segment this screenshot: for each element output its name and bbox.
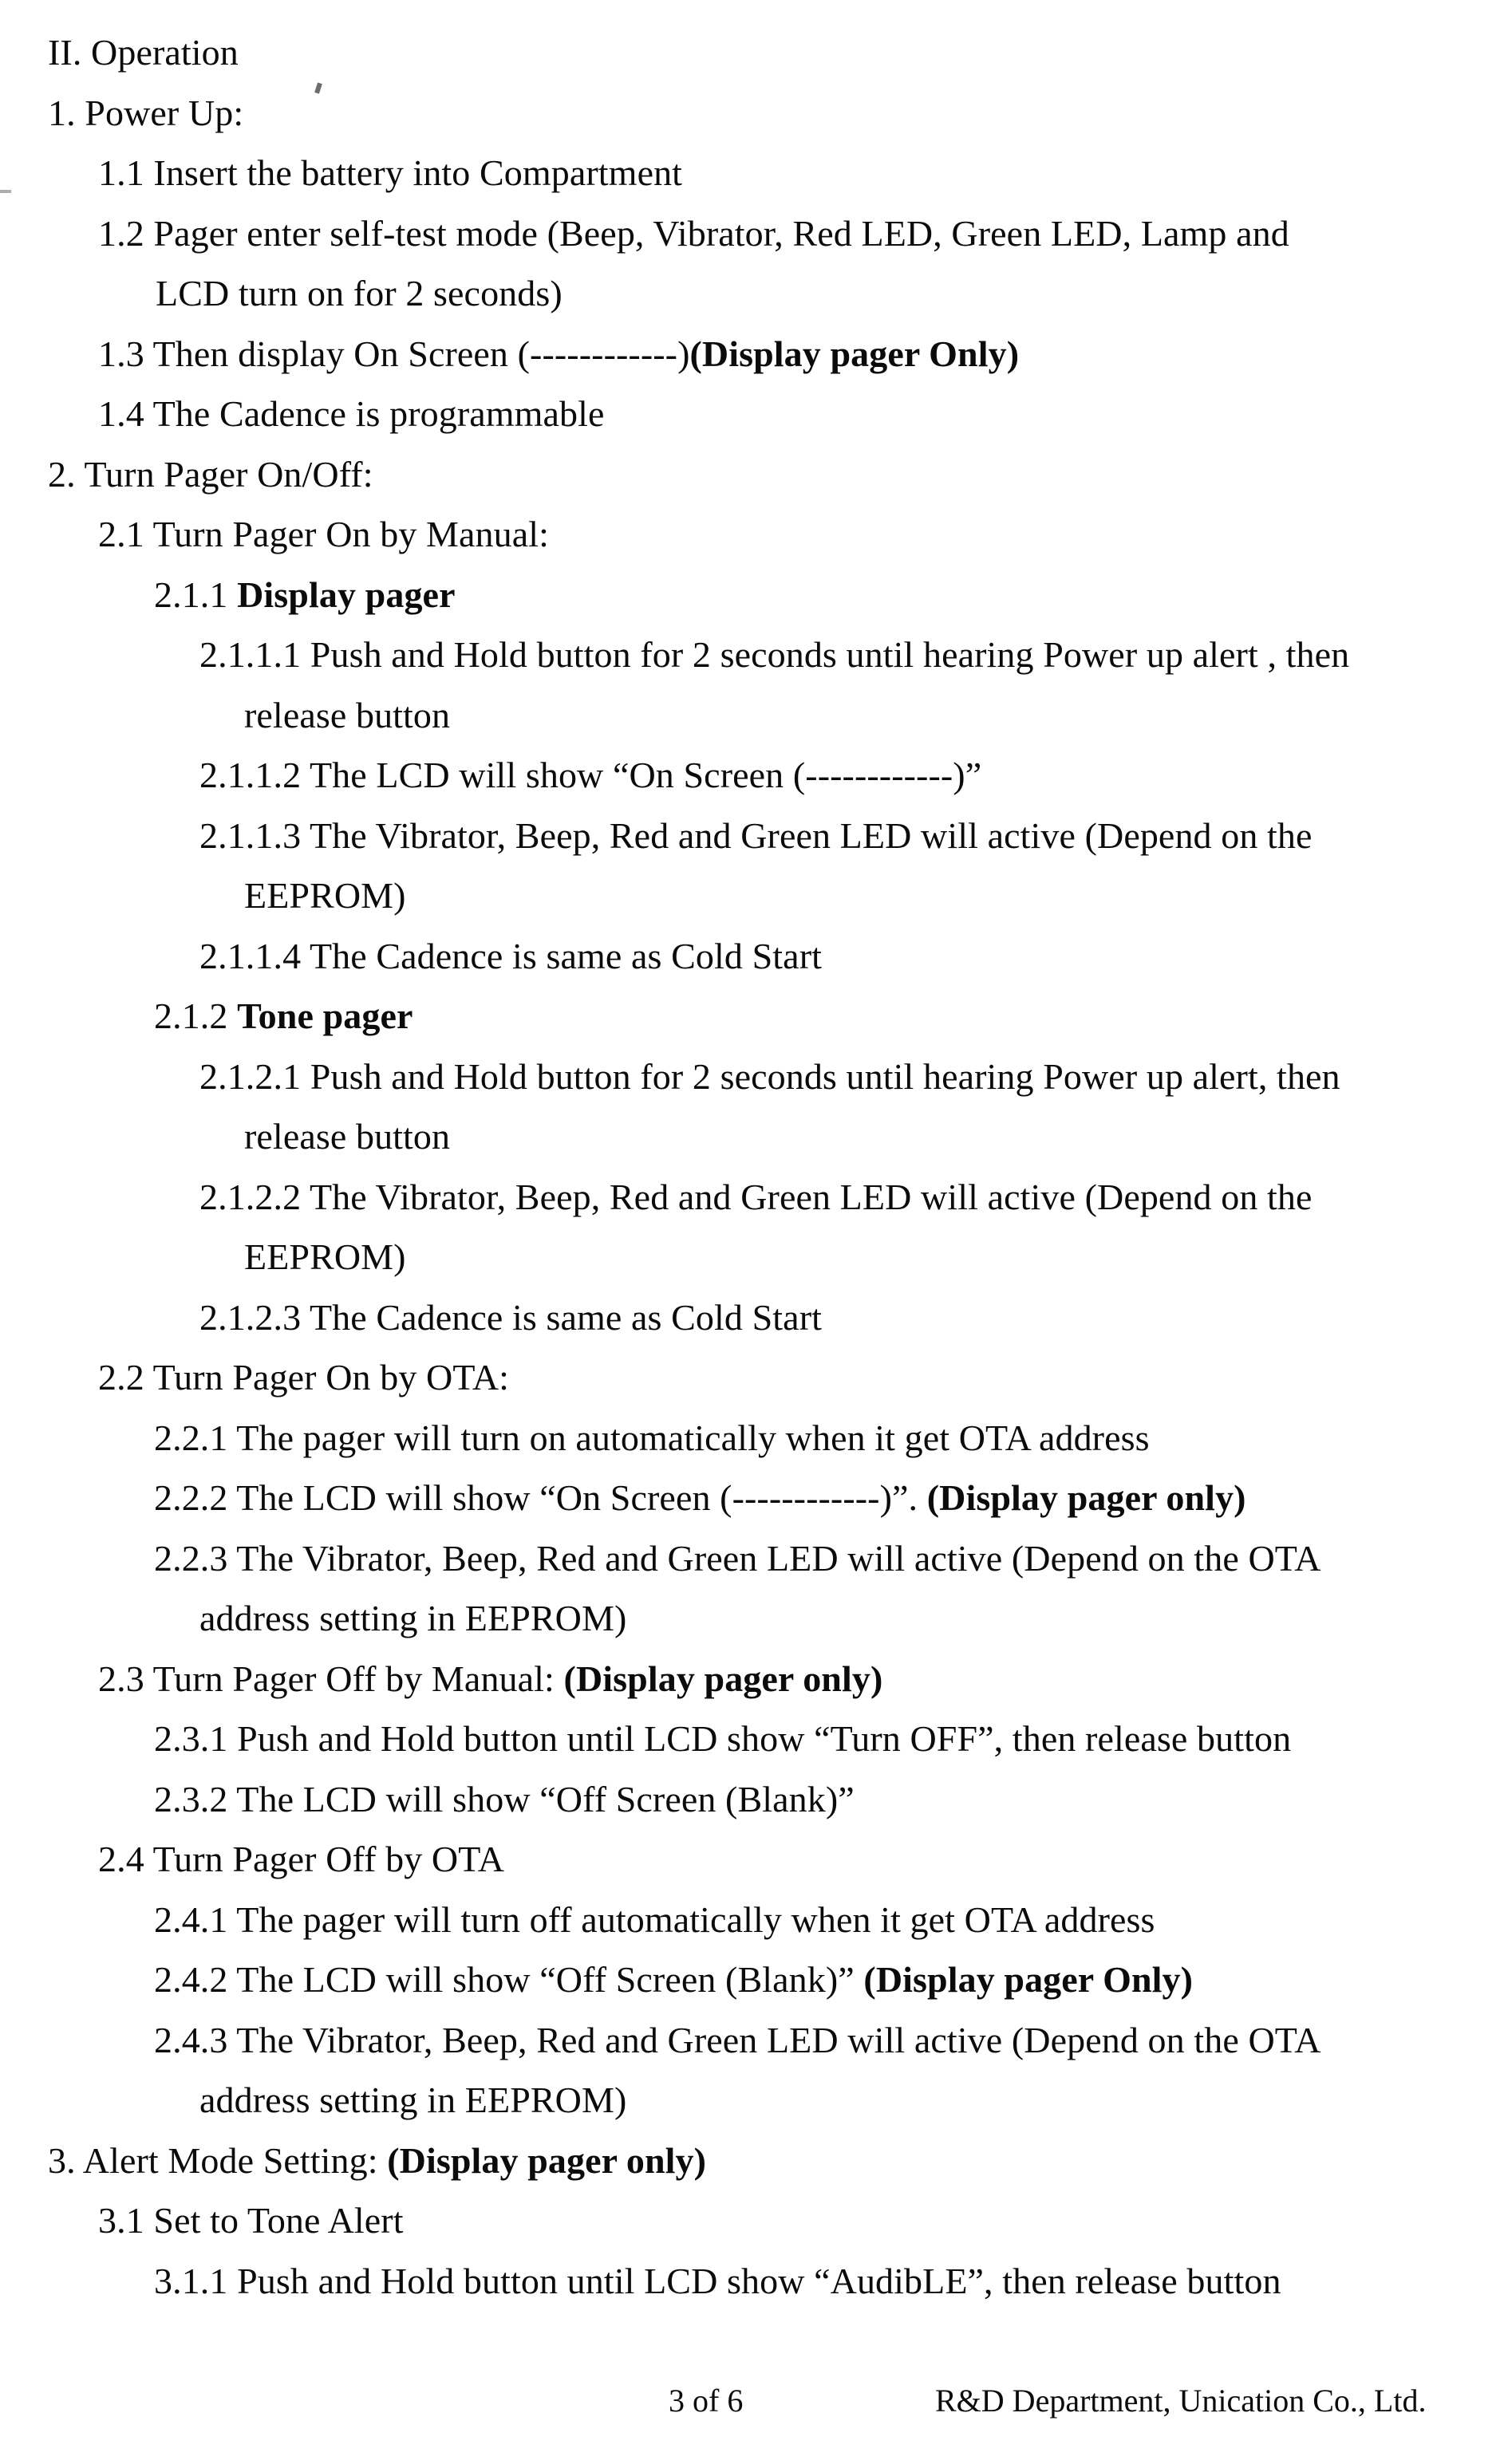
- doc-line-l-2-4-3w-seg-0: address setting in EEPROM): [199, 2080, 627, 2120]
- doc-line-l-1-seg-0: 1. Power Up:: [48, 92, 244, 133]
- doc-line-l-1-1-seg-0: 1.1 Insert the battery into Compartment: [98, 152, 683, 193]
- doc-line-l-2-1-2-1w: release button: [48, 1106, 1460, 1167]
- doc-line-l-2-1-1-seg-0: 2.1.1: [154, 574, 238, 615]
- doc-line-l-2-1-2: 2.1.2 Tone pager: [48, 986, 1460, 1047]
- doc-line-l-2-2-3w: address setting in EEPROM): [48, 1588, 1460, 1649]
- doc-line-l-2-2-seg-0: 2.2 Turn Pager On by OTA:: [98, 1357, 510, 1398]
- doc-line-l-2-4-3: 2.4.3 The Vibrator, Beep, Red and Green …: [48, 2010, 1460, 2071]
- doc-line-l-1-2w: LCD turn on for 2 seconds): [48, 263, 1460, 324]
- doc-line-l-1-3: 1.3 Then display On Screen (------------…: [48, 324, 1460, 384]
- doc-line-l-2-1-1-1w: release button: [48, 685, 1460, 746]
- doc-line-l-2-1-1-2-seg-0: 2.1.1.2 The LCD will show “On Screen (--…: [199, 755, 982, 795]
- doc-line-l-2-4-3w: address setting in EEPROM): [48, 2070, 1460, 2131]
- doc-line-l-2-1-2-2w-seg-0: EEPROM): [244, 1236, 406, 1277]
- doc-line-l-2-1-2-2: 2.1.2.2 The Vibrator, Beep, Red and Gree…: [48, 1167, 1460, 1228]
- doc-line-l-2-2: 2.2 Turn Pager On by OTA:: [48, 1347, 1460, 1408]
- doc-line-l-2-4-2-seg-1: (Display pager Only): [863, 1959, 1194, 2000]
- doc-line-l-2-2-3w-seg-0: address setting in EEPROM): [199, 1598, 627, 1638]
- doc-line-l-2-4-1: 2.4.1 The pager will turn off automatica…: [48, 1890, 1460, 1950]
- doc-line-l-2-4: 2.4 Turn Pager Off by OTA: [48, 1829, 1460, 1890]
- doc-line-l-2-3-seg-0: 2.3 Turn Pager Off by Manual:: [98, 1658, 564, 1699]
- scan-artifact-edge-mark: [0, 190, 11, 193]
- doc-line-l-2-4-seg-0: 2.4 Turn Pager Off by OTA: [98, 1839, 505, 1879]
- doc-line-l-2-1: 2.1 Turn Pager On by Manual:: [48, 504, 1460, 565]
- doc-line-l-1-3-seg-0: 1.3 Then display On Screen (------------…: [98, 333, 690, 374]
- doc-line-l-3-1: 3.1 Set to Tone Alert: [48, 2190, 1460, 2251]
- doc-line-l-2-2-2-seg-0: 2.2.2 The LCD will show “On Screen (----…: [154, 1477, 927, 1518]
- doc-line-l-2-seg-0: 2. Turn Pager On/Off:: [48, 453, 373, 495]
- doc-line-l-3: 3. Alert Mode Setting: (Display pager on…: [48, 2131, 1460, 2191]
- doc-line-l-2: 2. Turn Pager On/Off:: [48, 444, 1460, 505]
- footer-department: R&D Department, Unication Co., Ltd.: [935, 2383, 1427, 2419]
- doc-line-l-2-1-1-4-seg-0: 2.1.1.4 The Cadence is same as Cold Star…: [199, 935, 822, 976]
- doc-line-l-1-4: 1.4 The Cadence is programmable: [48, 384, 1460, 444]
- doc-line-l-3-1-seg-0: 3.1 Set to Tone Alert: [98, 2200, 404, 2241]
- doc-line-l-2-1-2-2-seg-0: 2.1.2.2 The Vibrator, Beep, Red and Gree…: [199, 1176, 1313, 1217]
- doc-line-l-2-1-1-3: 2.1.1.3 The Vibrator, Beep, Red and Gree…: [48, 806, 1460, 866]
- doc-line-l-2-1-1-4: 2.1.1.4 The Cadence is same as Cold Star…: [48, 926, 1460, 987]
- doc-line-l-2-1-1-1-seg-0: 2.1.1.1 Push and Hold button for 2 secon…: [199, 634, 1350, 675]
- doc-line-l-2-4-3-seg-0: 2.4.3 The Vibrator, Beep, Red and Green …: [154, 2019, 1321, 2060]
- doc-line-l-2-1-2-3-seg-0: 2.1.2.3 The Cadence is same as Cold Star…: [199, 1296, 822, 1338]
- doc-line-heading-seg-0: II. Operation: [48, 32, 239, 73]
- doc-line-l-2-1-2-1w-seg-0: release button: [244, 1116, 451, 1157]
- doc-line-l-1-2-seg-0: 1.2 Pager enter self-test mode (Beep, Vi…: [98, 212, 1289, 254]
- doc-line-l-2-1-2-seg-1: Tone pager: [237, 995, 413, 1036]
- doc-line-l-2-1-1: 2.1.1 Display pager: [48, 565, 1460, 625]
- doc-line-l-2-2-3-seg-0: 2.2.3 The Vibrator, Beep, Red and Green …: [154, 1537, 1321, 1579]
- doc-line-l-2-4-2-seg-0: 2.4.2 The LCD will show “Off Screen (Bla…: [154, 1959, 864, 2000]
- doc-line-l-1-1: 1.1 Insert the battery into Compartment: [48, 143, 1460, 203]
- doc-line-l-2-3-1-seg-0: 2.3.1 Push and Hold button until LCD sho…: [154, 1718, 1292, 1759]
- doc-line-l-3-seg-1: (Display pager only): [387, 2139, 707, 2181]
- doc-line-l-2-1-seg-0: 2.1 Turn Pager On by Manual:: [98, 514, 550, 554]
- doc-line-l-1-2w-seg-0: LCD turn on for 2 seconds): [156, 273, 563, 313]
- doc-line-l-3-seg-0: 3. Alert Mode Setting:: [48, 2139, 388, 2181]
- doc-line-l-2-2-2-seg-1: (Display pager only): [926, 1477, 1246, 1518]
- doc-line-l-2-1-1-1: 2.1.1.1 Push and Hold button for 2 secon…: [48, 625, 1460, 685]
- doc-line-l-1: 1. Power Up:: [48, 83, 1460, 144]
- doc-line-l-2-2-2: 2.2.2 The LCD will show “On Screen (----…: [48, 1468, 1460, 1528]
- doc-line-l-2-1-2-1: 2.1.2.1 Push and Hold button for 2 secon…: [48, 1047, 1460, 1107]
- doc-line-l-1-3-seg-1: (Display pager Only): [689, 333, 1020, 374]
- doc-line-l-2-3-seg-1: (Display pager only): [563, 1658, 883, 1699]
- doc-line-l-2-1-1-3w-seg-0: EEPROM): [244, 875, 406, 916]
- document-page: II. Operation 1. Power Up: 1.1 Insert the …: [0, 0, 1508, 2464]
- page-number: 3 of 6: [669, 2383, 744, 2419]
- page-footer: 3 of 6 R&D Department, Unication Co., Lt…: [0, 2381, 1508, 2421]
- doc-line-heading: II. Operation: [48, 22, 1460, 83]
- doc-line-l-2-1-2-seg-0: 2.1.2: [154, 995, 238, 1036]
- doc-line-l-2-1-2-1-seg-0: 2.1.2.1 Push and Hold button for 2 secon…: [199, 1055, 1340, 1097]
- doc-line-l-2-4-2: 2.4.2 The LCD will show “Off Screen (Bla…: [48, 1950, 1460, 2010]
- doc-line-l-2-2-3: 2.2.3 The Vibrator, Beep, Red and Green …: [48, 1528, 1460, 1589]
- doc-line-l-2-1-1-seg-1: Display pager: [237, 574, 456, 615]
- doc-line-l-2-1-1-3w: EEPROM): [48, 865, 1460, 926]
- doc-line-l-2-1-1-2: 2.1.1.2 The LCD will show “On Screen (--…: [48, 745, 1460, 806]
- doc-line-l-2-3: 2.3 Turn Pager Off by Manual: (Display p…: [48, 1649, 1460, 1709]
- doc-line-l-2-3-2: 2.3.2 The LCD will show “Off Screen (Bla…: [48, 1769, 1460, 1830]
- doc-line-l-3-1-1: 3.1.1 Push and Hold button until LCD sho…: [48, 2251, 1460, 2312]
- doc-line-l-3-1-1-seg-0: 3.1.1 Push and Hold button until LCD sho…: [154, 2260, 1281, 2301]
- doc-line-l-1-2: 1.2 Pager enter self-test mode (Beep, Vi…: [48, 203, 1460, 264]
- doc-line-l-2-2-1: 2.2.1 The pager will turn on automatical…: [48, 1408, 1460, 1469]
- doc-line-l-1-4-seg-0: 1.4 The Cadence is programmable: [98, 393, 605, 434]
- doc-line-l-2-1-1-1w-seg-0: release button: [244, 694, 451, 735]
- document-body: II. Operation 1. Power Up: 1.1 Insert the …: [48, 22, 1460, 2311]
- doc-line-l-2-2-1-seg-0: 2.2.1 The pager will turn on automatical…: [154, 1417, 1150, 1458]
- doc-line-l-2-1-2-2w: EEPROM): [48, 1227, 1460, 1287]
- doc-line-l-2-3-2-seg-0: 2.3.2 The LCD will show “Off Screen (Bla…: [154, 1778, 855, 1819]
- doc-line-l-2-1-1-3-seg-0: 2.1.1.3 The Vibrator, Beep, Red and Gree…: [199, 814, 1313, 856]
- doc-line-l-2-1-2-3: 2.1.2.3 The Cadence is same as Cold Star…: [48, 1287, 1460, 1348]
- doc-line-l-2-3-1: 2.3.1 Push and Hold button until LCD sho…: [48, 1709, 1460, 1769]
- doc-line-l-2-4-1-seg-0: 2.4.1 The pager will turn off automatica…: [154, 1898, 1155, 1940]
